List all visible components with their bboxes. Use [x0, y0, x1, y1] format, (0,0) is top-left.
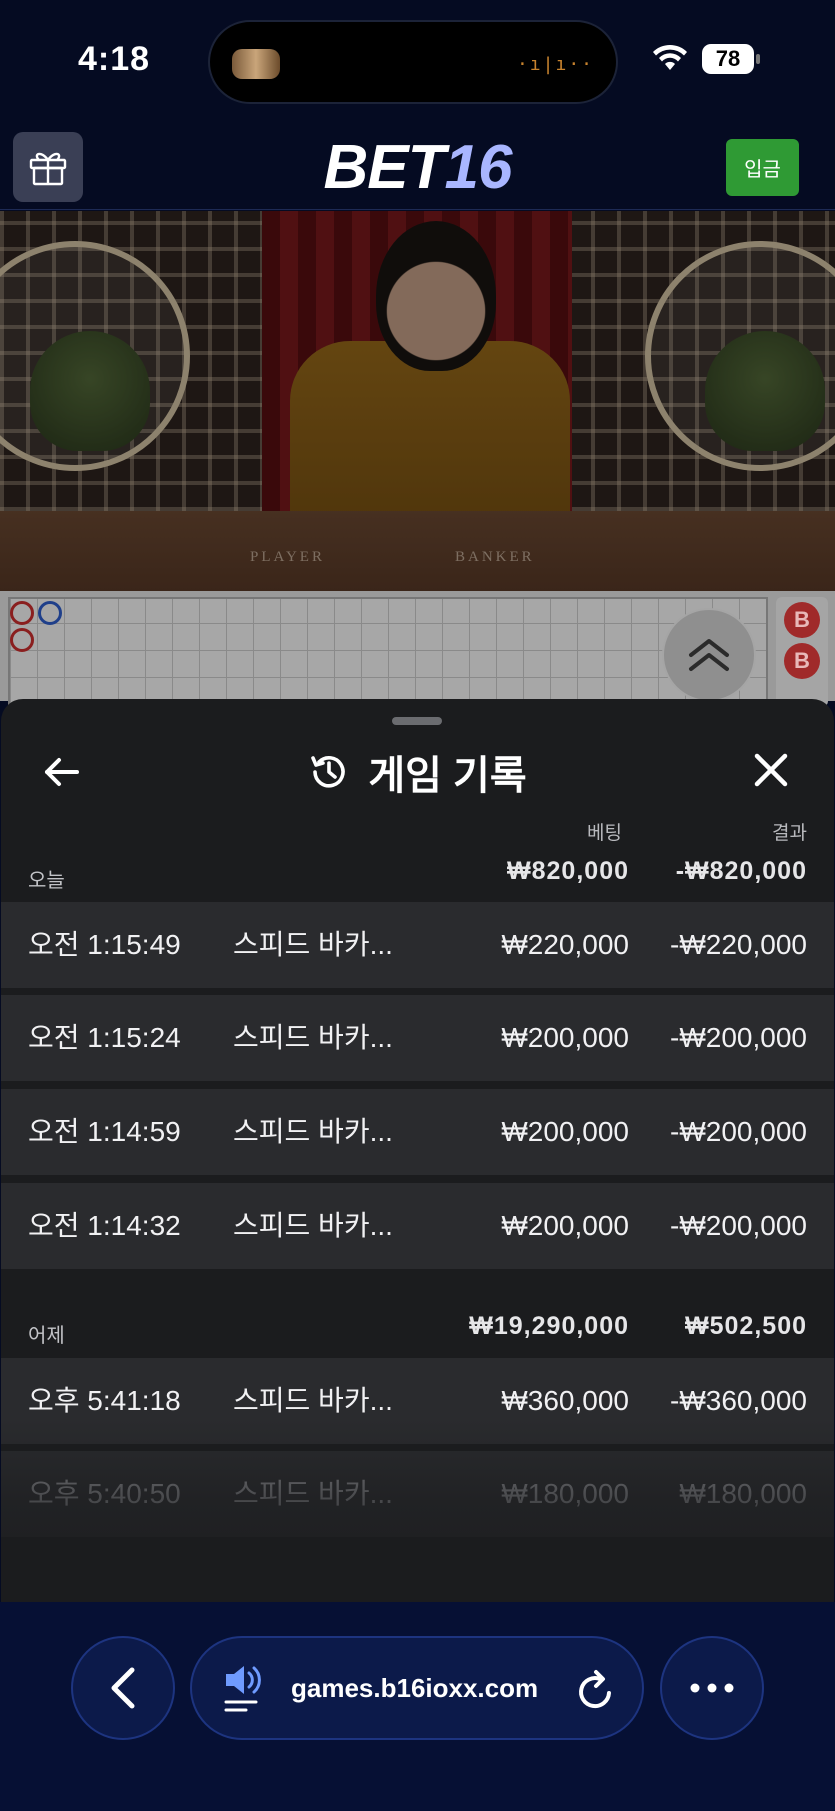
dynamic-island: ·ı|ı·· — [208, 20, 618, 104]
row-game: 스피드 바카... — [233, 1022, 393, 1053]
expand-up-button[interactable] — [662, 608, 756, 702]
browser-toolbar: games.b16ioxx.com — [0, 1602, 835, 1811]
group-total-result: ₩502,500 — [685, 1312, 807, 1340]
column-header-result: 결과 — [772, 823, 807, 844]
row-bet: ₩220,000 — [501, 929, 629, 960]
history-row[interactable]: 오전 1:14:59 스피드 바카... ₩200,000 -₩200,000 — [1, 1089, 834, 1175]
game-history-sheet: 게임 기록 베팅 결과 오늘 ₩820,000 -₩820,000 오전 1:1… — [1, 699, 834, 1602]
close-icon — [754, 753, 788, 787]
chevron-double-up-icon — [689, 639, 729, 671]
logo-bet-text: BET — [323, 133, 446, 202]
row-time: 오전 1:15:24 — [28, 1022, 181, 1053]
banker-chip: B — [784, 643, 820, 679]
row-game: 스피드 바카... — [233, 1116, 393, 1147]
row-bet: ₩200,000 — [501, 1022, 629, 1053]
group-total-result: -₩820,000 — [675, 857, 807, 885]
date-group-label: 어제 — [28, 1325, 65, 1347]
sheet-grabber[interactable] — [392, 717, 442, 725]
history-row[interactable]: 오전 1:15:49 스피드 바카... ₩220,000 -₩220,000 — [1, 902, 834, 988]
close-button[interactable] — [746, 745, 796, 795]
battery-cap — [756, 54, 760, 64]
logo-number-text: 16 — [444, 133, 513, 202]
row-time: 오전 1:14:59 — [28, 1116, 181, 1147]
brand-logo: BET16 — [0, 132, 835, 203]
row-result: -₩200,000 — [670, 1022, 807, 1053]
row-game: 스피드 바카... — [233, 929, 393, 960]
big-road-column: B B — [776, 597, 828, 707]
row-result: -₩200,000 — [670, 1116, 807, 1147]
row-bet: ₩360,000 — [501, 1385, 629, 1416]
deposit-button[interactable]: 입금 — [726, 139, 799, 196]
bead-road-grid — [8, 597, 768, 707]
history-row[interactable]: 오전 1:15:24 스피드 바카... ₩200,000 -₩200,000 — [1, 995, 834, 1081]
date-group-label: 오늘 — [28, 870, 65, 892]
row-time: 오후 5:40:50 — [28, 1478, 181, 1509]
app-header: BET16 입금 — [0, 120, 835, 210]
column-header-bet: 베팅 — [587, 823, 622, 844]
live-video-stream: PLAYER BANKER — [0, 211, 835, 591]
battery-level: 78 — [702, 44, 754, 74]
row-result: -₩200,000 — [670, 1210, 807, 1241]
bead-player — [38, 601, 62, 625]
status-time: 4:18 — [78, 40, 151, 78]
row-result: -₩220,000 — [670, 929, 807, 960]
reload-icon[interactable] — [576, 1668, 616, 1712]
row-bet: ₩200,000 — [501, 1116, 629, 1147]
banker-chip: B — [784, 602, 820, 638]
row-bet: ₩180,000 — [501, 1478, 629, 1509]
more-icon — [690, 1683, 734, 1693]
status-bar: 4:18 ·ı|ı·· 78 — [0, 0, 835, 120]
group-total-bet: ₩820,000 — [507, 857, 629, 885]
row-bet: ₩200,000 — [501, 1210, 629, 1241]
history-icon — [311, 756, 346, 788]
history-row[interactable]: 오전 1:14:32 스피드 바카... ₩200,000 -₩200,000 — [1, 1183, 834, 1269]
speaker-icon[interactable] — [222, 1664, 266, 1714]
row-result: -₩360,000 — [670, 1385, 807, 1416]
url-text: games.b16ioxx.com — [291, 1673, 539, 1703]
row-game: 스피드 바카... — [233, 1385, 393, 1416]
audio-wave-icon: ·ı|ı·· — [516, 54, 594, 75]
browser-back-button[interactable] — [71, 1636, 175, 1740]
more-options-button[interactable] — [660, 1636, 764, 1740]
row-time: 오전 1:14:32 — [28, 1210, 181, 1241]
media-thumbnail — [232, 49, 280, 79]
row-time: 오후 5:41:18 — [28, 1385, 181, 1416]
row-time: 오전 1:15:49 — [28, 929, 181, 960]
bead-banker — [10, 628, 34, 652]
bead-banker — [10, 601, 34, 625]
history-row[interactable]: 오후 5:40:50 스피드 바카... ₩180,000 ₩180,000 — [1, 1451, 834, 1537]
row-game: 스피드 바카... — [233, 1478, 393, 1509]
wifi-icon — [653, 44, 687, 70]
sheet-title: 게임 기록 — [368, 754, 527, 798]
group-total-bet: ₩19,290,000 — [469, 1312, 629, 1340]
video-dim-overlay — [0, 211, 835, 591]
address-bar[interactable]: games.b16ioxx.com — [190, 1636, 644, 1740]
history-row[interactable]: 오후 5:41:18 스피드 바카... ₩360,000 -₩360,000 — [1, 1358, 834, 1444]
row-game: 스피드 바카... — [233, 1210, 393, 1241]
row-result: ₩180,000 — [679, 1478, 807, 1509]
chevron-left-icon — [111, 1667, 135, 1709]
sheet-header: 게임 기록 — [1, 743, 834, 801]
